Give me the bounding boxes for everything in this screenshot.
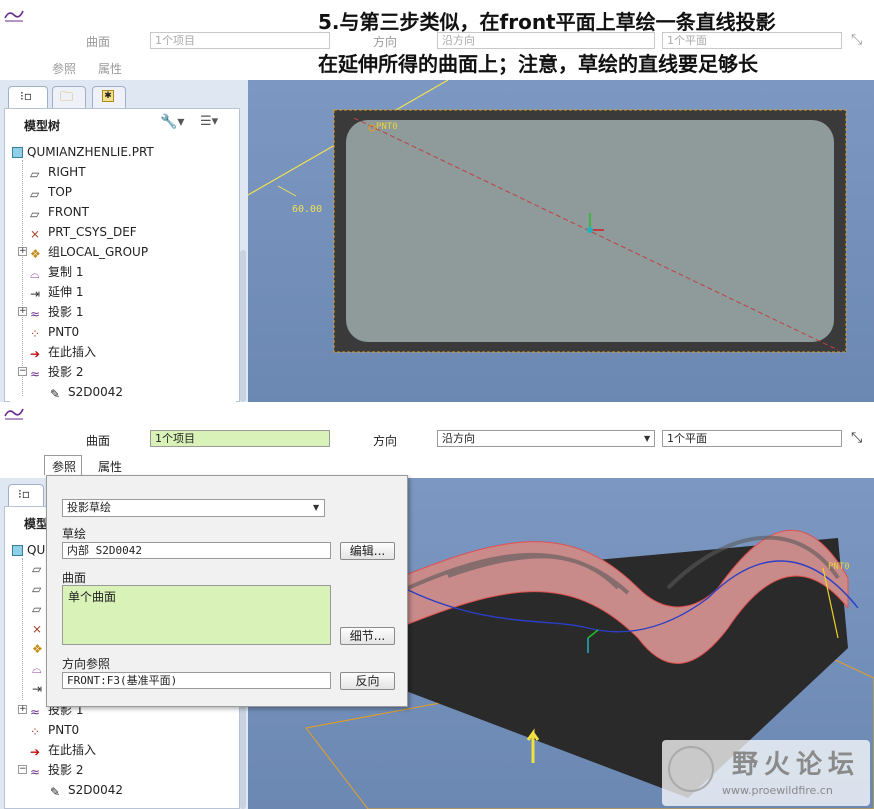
extend-icon: ⇥ xyxy=(30,287,41,301)
tree-item-part[interactable]: QU xyxy=(12,540,45,560)
surface-field[interactable]: 1个项目 xyxy=(150,32,330,49)
datum-point-icon: ⁘ xyxy=(30,725,41,739)
datum-plane-icon: ▱ xyxy=(32,602,42,616)
caption-line-2: 在延伸所得的曲面上；注意，草绘的直线要足够长 xyxy=(318,52,758,76)
insert-arrow-icon: ➔ xyxy=(30,745,41,759)
surface-list-item[interactable]: 单个曲面 xyxy=(68,588,116,605)
surface-copy-icon: ⌓ xyxy=(32,662,42,676)
tree-tab-icon: ⁝▫ xyxy=(20,89,32,103)
expand-toggle[interactable]: + xyxy=(18,705,27,714)
projection-icon: ≈ xyxy=(30,705,41,719)
tab-properties[interactable]: 属性 xyxy=(98,458,122,475)
projection-icon: ≈ xyxy=(30,765,41,779)
tree-item-insert-here[interactable]: ➔ 在此插入 xyxy=(30,342,96,362)
tree-item-pnt0[interactable]: ⁘ PNT0 xyxy=(30,720,79,740)
csys-icon: ⨯ xyxy=(30,227,41,241)
projection-feature-icon xyxy=(4,6,24,22)
flip-direction-button[interactable]: 反向 xyxy=(340,672,395,690)
part-icon xyxy=(12,545,23,556)
surface-field[interactable]: 1个项目 xyxy=(150,430,330,447)
insert-arrow-icon: ➔ xyxy=(30,347,41,361)
tree-item-projection-2[interactable]: ≈ 投影 2 xyxy=(30,362,83,382)
caption-line-1: 5.与第三步类似，在front平面上草绘一条直线投影 xyxy=(318,10,776,34)
tree-title: 模型树 xyxy=(24,119,61,133)
extend-icon: ⇥ xyxy=(32,682,43,696)
collapse-toggle[interactable]: − xyxy=(18,367,27,376)
dropdown-arrow-icon[interactable]: ▼ xyxy=(644,434,650,443)
sketch-icon: ✎ xyxy=(50,785,61,799)
expand-toggle[interactable]: + xyxy=(18,247,27,256)
part-icon xyxy=(12,147,23,158)
tab-references[interactable]: 参照 xyxy=(52,458,76,475)
direction-label: 方向 xyxy=(373,434,398,448)
collapse-toggle[interactable]: − xyxy=(18,765,27,774)
datum-plane-icon: ▱ xyxy=(30,167,40,181)
tree-item-extend[interactable]: ⇥ 延伸 1 xyxy=(30,282,83,302)
expand-toggle[interactable]: + xyxy=(18,307,27,316)
sketch-viewport-svg xyxy=(248,80,847,353)
tree-item-sketch[interactable]: ✎ S2D0042 xyxy=(50,382,123,402)
plane-field[interactable]: 1个平面 xyxy=(662,430,842,447)
projection-feature-icon xyxy=(4,404,24,420)
section-divider xyxy=(0,402,874,404)
point-label: PNT0 xyxy=(376,122,398,132)
tree-item-projection-2[interactable]: ≈ 投影 2 xyxy=(30,760,83,780)
projection-type-select[interactable]: 投影草绘 xyxy=(62,499,325,517)
group-icon: ❖ xyxy=(30,247,41,261)
tab-properties[interactable]: 属性 xyxy=(98,60,122,77)
surface-copy-icon: ⌓ xyxy=(30,267,40,281)
surface-label: 曲面 xyxy=(86,434,111,448)
tree-item-front[interactable]: ▱ FRONT xyxy=(30,202,89,222)
tree-item-csys[interactable]: ⨯ PRT_CSYS_DEF xyxy=(30,222,137,242)
tree-columns-icon[interactable]: ☰▾ xyxy=(200,114,218,129)
datum-plane-icon: ▱ xyxy=(30,207,40,221)
viewport-top[interactable]: PNT0 60.00 xyxy=(248,80,874,402)
watermark-url: www.proewildfire.cn xyxy=(722,784,833,797)
tree-title: 模型 xyxy=(24,517,49,531)
tree-settings-icon[interactable]: 🔧▾ xyxy=(160,114,184,130)
tree-item-pnt0[interactable]: ⁘ PNT0 xyxy=(30,322,79,342)
tree-item-projection-1[interactable]: ≈ 投影 1 xyxy=(30,302,83,322)
tree-item-insert-here[interactable]: ➔ 在此插入 xyxy=(30,740,96,760)
tree-item-right[interactable]: ▱ RIGHT xyxy=(30,162,86,182)
model-tree: QUMIANZHENLIE.PRT ▱ RIGHT ▱ TOP ▱ FRONT ⨯ PR… xyxy=(10,142,236,402)
group-icon: ❖ xyxy=(32,642,43,656)
projection-icon: ≈ xyxy=(30,307,41,321)
flip-icon[interactable]: ⤡ xyxy=(851,430,867,446)
direction-ref-label: 方向参照 xyxy=(62,657,111,671)
sidebar-scrollbar[interactable] xyxy=(240,250,246,402)
datum-plane-icon: ▱ xyxy=(32,562,42,576)
surface-label: 曲面 xyxy=(86,35,111,49)
datum-plane-icon: ▱ xyxy=(32,582,42,596)
surface-list-label: 曲面 xyxy=(62,571,87,585)
tab-references[interactable]: 参照 xyxy=(52,60,76,77)
flip-icon[interactable]: ⤡ xyxy=(851,32,867,48)
direction-select[interactable]: 沿方向 xyxy=(437,430,655,447)
tree-item-top[interactable]: ▱ TOP xyxy=(30,182,72,202)
model-tree: + ≈ 投影 1 ⁘ PNT0 ➔ 在此插入 − ≈ 投影 2 ✎ S2D0042 xyxy=(10,700,236,800)
edit-button[interactable]: 编辑... xyxy=(340,542,395,560)
sketch-field[interactable]: 内部 S2D0042 xyxy=(62,542,331,559)
direction-ref-field[interactable]: FRONT:F3(基准平面) xyxy=(62,672,331,689)
dimension-label: 60.00 xyxy=(292,204,323,215)
point-label: PNT0 xyxy=(828,562,850,572)
projection-icon: ≈ xyxy=(30,367,41,381)
tree-item-part[interactable]: QUMIANZHENLIE.PRT xyxy=(12,142,154,162)
tree-item-copy[interactable]: ⌓ 复制 1 xyxy=(30,262,83,282)
tree-item-sketch[interactable]: ✎ S2D0042 xyxy=(50,780,123,800)
watermark-logo xyxy=(668,746,714,792)
csys-icon: ⨯ xyxy=(32,622,43,636)
watermark-title: 野火论坛 xyxy=(732,750,861,780)
datum-plane-icon: ▱ xyxy=(30,187,40,201)
dropdown-arrow-icon[interactable]: ▼ xyxy=(313,503,319,512)
datum-point-icon: ⁘ xyxy=(30,327,41,341)
details-button[interactable]: 细节... xyxy=(340,627,395,645)
favorites-icon: ✱ xyxy=(102,90,114,102)
tree-item-local-group[interactable]: ❖ 组LOCAL_GROUP xyxy=(30,242,148,262)
sketch-label: 草绘 xyxy=(62,527,87,541)
tree-tab-icon: ⁝▫ xyxy=(18,487,30,501)
sketch-icon: ✎ xyxy=(50,387,61,401)
folder-icon: 🗀 xyxy=(60,90,74,105)
